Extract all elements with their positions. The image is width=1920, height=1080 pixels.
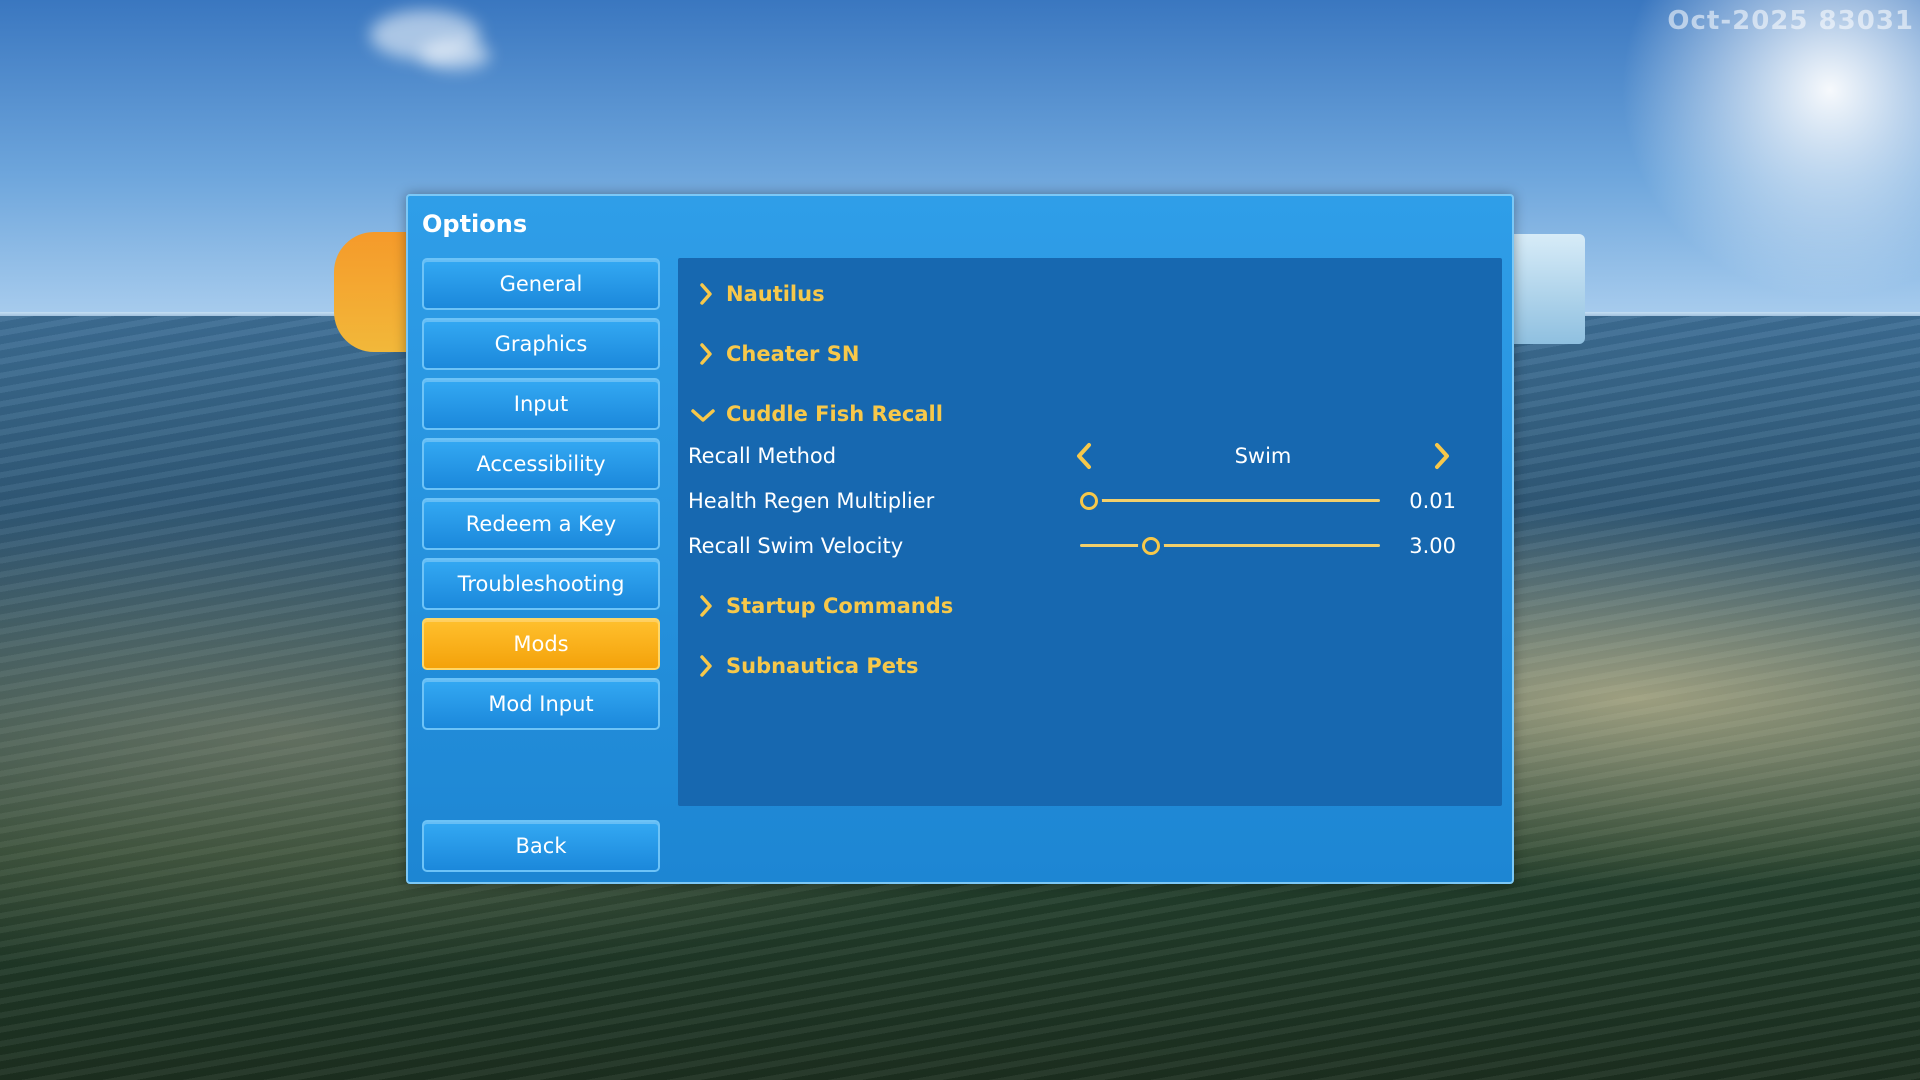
build-watermark: Oct-2025 83031 [1667,6,1914,36]
section-label: Nautilus [726,282,825,306]
chevron-right-icon [692,336,720,372]
option-label: Health Regen Multiplier [688,489,935,513]
option-health-regen-multiplier: Health Regen Multiplier 0.01 [688,481,1488,521]
section-label: Startup Commands [726,594,954,618]
option-recall-method: Recall Method Swim [688,436,1488,476]
tab-input[interactable]: Input [422,378,660,430]
options-tab-list: General Graphics Input Accessibility Red… [422,258,660,738]
game-logo-right-part [1505,234,1585,344]
chevron-down-icon [686,396,720,432]
tab-graphics[interactable]: Graphics [422,318,660,370]
cloud [420,40,490,70]
section-label: Cheater SN [726,342,860,366]
chevron-right-icon [692,648,720,684]
recall-method-selector: Swim [1068,436,1458,476]
tab-general[interactable]: General [422,258,660,310]
section-cheater-sn[interactable]: Cheater SN [692,336,859,372]
section-startup-commands[interactable]: Startup Commands [692,588,953,624]
section-nautilus[interactable]: Nautilus [692,276,825,312]
arrow-left-icon[interactable] [1068,440,1100,472]
chevron-right-icon [692,276,720,312]
option-label: Recall Method [688,444,837,468]
section-subnautica-pets[interactable]: Subnautica Pets [692,648,919,684]
slider-track [1080,499,1380,502]
mods-options-content: Nautilus Cheater SN Cuddle Fish Recall R… [678,258,1502,806]
section-label: Subnautica Pets [726,654,919,678]
slider-track [1080,544,1380,547]
tab-accessibility[interactable]: Accessibility [422,438,660,490]
slider-thumb[interactable] [1142,537,1161,555]
slider-thumb[interactable] [1080,492,1098,510]
back-button[interactable]: Back [422,820,660,872]
chevron-right-icon [692,588,720,624]
recall-velocity-slider[interactable] [1080,526,1380,566]
slider-value: 3.00 [1409,534,1456,558]
selector-value: Swim [1234,444,1292,468]
options-panel: Options General Graphics Input Accessibi… [406,194,1514,884]
section-label: Cuddle Fish Recall [726,402,943,426]
panel-title: Options [422,210,528,238]
tab-mods[interactable]: Mods [422,618,660,670]
tab-mod-input[interactable]: Mod Input [422,678,660,730]
health-regen-slider[interactable] [1080,481,1380,521]
tab-troubleshooting[interactable]: Troubleshooting [422,558,660,610]
option-label: Recall Swim Velocity [688,534,904,558]
tab-redeem-a-key[interactable]: Redeem a Key [422,498,660,550]
arrow-right-icon[interactable] [1426,440,1458,472]
slider-value: 0.01 [1409,489,1456,513]
section-cuddle-fish-recall[interactable]: Cuddle Fish Recall [686,396,943,432]
option-recall-swim-velocity: Recall Swim Velocity 3.00 [688,526,1488,566]
